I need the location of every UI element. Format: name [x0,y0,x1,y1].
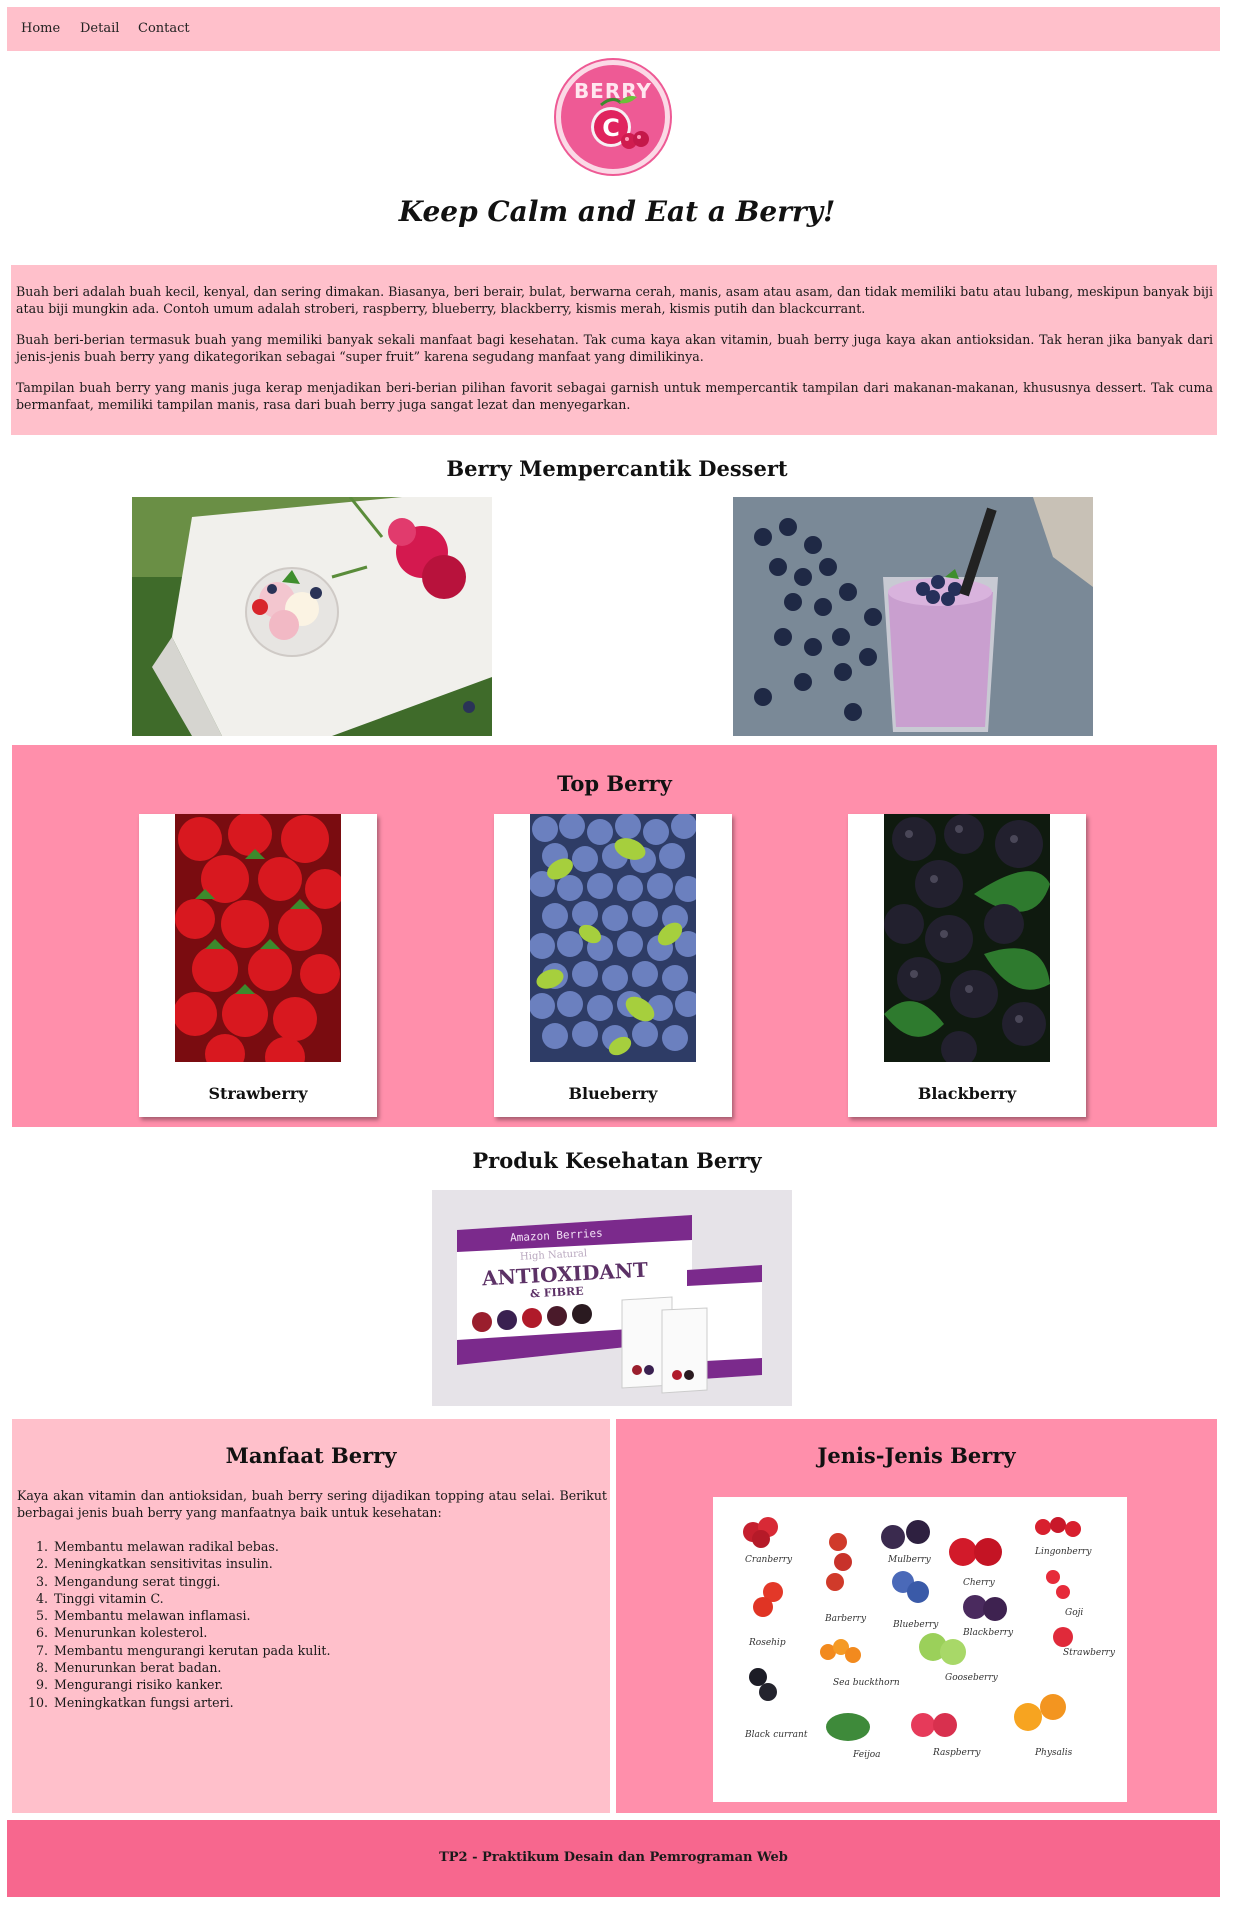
antioxidant-product-image: Amazon Berries High Natural ANTIOXIDANT … [432,1190,792,1406]
navbar: Home Detail Contact [7,7,1220,51]
berry-type-label: Black currant [744,1730,808,1740]
benefit-item: Mengurangi risiko kanker. [52,1676,592,1693]
intro-paragraph: Buah beri-berian termasuk buah yang memi… [16,332,1213,364]
berry-type-label: Lingonberry [1034,1547,1092,1557]
berry-type-label: Gooseberry [945,1673,999,1683]
berry-type-label: Cranberry [745,1555,793,1565]
blackberry-label: Blackberry [917,1084,1017,1103]
berry-type-label: Cherry [963,1578,996,1588]
nav-contact-link[interactable]: Contact [138,21,190,36]
berry-type-label: Raspberry [932,1748,981,1758]
nav-home-link[interactable]: Home [21,21,60,36]
benefit-item: Meningkatkan sensitivitas insulin. [52,1555,592,1572]
dessert-section-title: Berry Mempercantik Dessert [446,456,788,481]
berry-types-chart-image: Cranberry Mulberry Lingonberry Cherry Go… [713,1497,1127,1802]
strawberry-image [175,814,341,1062]
blackberry-image [884,814,1050,1062]
benefit-item: Menurunkan berat badan. [52,1659,592,1676]
berry-type-label: Barberry [824,1614,867,1624]
berry-type-label: Strawberry [1063,1648,1116,1658]
blackberry-card[interactable]: Blackberry [848,814,1086,1117]
tagline: Keep Calm and Eat a Berry! [398,195,836,228]
manfaat-title: Manfaat Berry [225,1443,397,1468]
footer: TP2 - Praktikum Desain dan Pemrograman W… [7,1820,1220,1897]
blueberry-card[interactable]: Blueberry [494,814,732,1117]
benefit-item: Tinggi vitamin C. [52,1590,592,1607]
berry-c-logo: BERRY C [556,60,670,174]
benefit-item: Meningkatkan fungsi arteri. [52,1694,592,1711]
benefit-item: Membantu melawan radikal bebas. [52,1538,592,1555]
manfaat-intro: Kaya akan vitamin dan antioksidan, buah … [17,1488,607,1520]
logo-letter: C [602,114,620,142]
berry-type-label: Blackberry [962,1628,1014,1638]
dessert-smoothie-image [733,497,1093,736]
dessert-ice-cream-image [132,497,492,736]
intro-section: Buah beri adalah buah kecil, kenyal, dan… [11,265,1217,435]
nav-detail-link[interactable]: Detail [80,21,119,36]
jenis-title: Jenis-Jenis Berry [817,1443,1016,1468]
footer-text: TP2 - Praktikum Desain dan Pemrograman W… [439,1850,788,1865]
benefits-list: Membantu melawan radikal bebas. Meningka… [52,1538,592,1711]
product-subheadline: & FIBRE [529,1284,584,1301]
top-berry-section: Top Berry Strawberry Blueberry Blackberr… [12,745,1217,1127]
intro-paragraph: Buah beri adalah buah kecil, kenyal, dan… [16,284,1213,316]
cherry-logo-icon: C [591,95,649,149]
blueberry-label: Blueberry [568,1084,658,1103]
product-section-title: Produk Kesehatan Berry [472,1148,762,1173]
blueberry-image [530,814,696,1062]
berry-type-label: Blueberry [892,1620,939,1630]
strawberry-label: Strawberry [208,1084,308,1103]
berry-type-label: Sea buckthorn [833,1678,900,1688]
jenis-section: Jenis-Jenis Berry Cranberry Mulberry Lin… [616,1419,1217,1813]
berry-type-label: Mulberry [887,1555,932,1565]
berry-type-label: Goji [1065,1608,1083,1618]
benefit-item: Membantu melawan inflamasi. [52,1607,592,1624]
top-berry-title: Top Berry [557,771,672,796]
berry-type-label: Physalis [1034,1748,1073,1758]
benefit-item: Menurunkan kolesterol. [52,1624,592,1641]
berry-type-label: Feijoa [852,1750,881,1760]
strawberry-card[interactable]: Strawberry [139,814,377,1117]
benefit-item: Mengandung serat tinggi. [52,1573,592,1590]
berry-type-label: Rosehip [748,1638,786,1648]
manfaat-section: Manfaat Berry Kaya akan vitamin dan anti… [12,1419,610,1813]
intro-paragraph: Tampilan buah berry yang manis juga kera… [16,380,1213,412]
benefit-item: Membantu mengurangi kerutan pada kulit. [52,1642,592,1659]
